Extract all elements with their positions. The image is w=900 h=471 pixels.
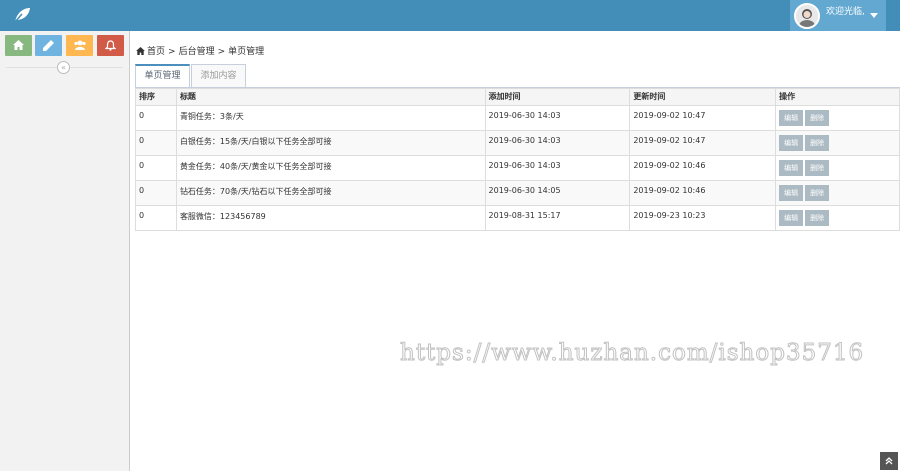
cell-sort: 0 [135,130,177,156]
cell-updated: 2019-09-23 10:23 [629,205,777,231]
cell-added: 2019-06-30 14:03 [484,105,631,131]
cell-title: 青铜任务：3条/天 [175,105,486,131]
cell-actions: 编辑 删除 [775,205,900,231]
column-header-added: 添加时间 [484,88,631,106]
cell-updated: 2019-09-02 10:46 [629,155,777,181]
cell-title: 白银任务：15条/天/白银以下任务全部可接 [175,130,486,156]
delete-button[interactable]: 删除 [805,110,830,126]
edit-button[interactable]: 编辑 [779,185,804,201]
column-header-updated: 更新时间 [629,88,777,106]
edit-button[interactable]: 编辑 [779,160,804,176]
watermark-text: https://www.huzhan.com/ishop35716 [399,340,865,367]
column-header-actions: 操作 [775,88,900,106]
cell-title: 钻石任务：70条/天/钻石以下任务全部可接 [175,180,486,206]
sidebar: « [0,31,130,471]
back-to-top-button[interactable] [880,452,898,470]
double-chevron-up-icon [885,457,893,465]
delete-button[interactable]: 删除 [805,210,830,226]
users-icon [74,40,86,50]
shortcut-edit-button[interactable] [35,35,62,56]
breadcrumb-separator: > [168,47,176,57]
cell-sort: 0 [135,105,177,131]
edit-button[interactable]: 编辑 [779,110,804,126]
column-header-sort: 排序 [135,88,177,106]
breadcrumb: 首页 > 后台管理 > 单页管理 [136,44,264,57]
cell-title: 黄金任务：40条/天/黄金以下任务全部可接 [175,155,486,181]
edit-button[interactable]: 编辑 [779,210,804,226]
home-icon [136,47,145,55]
column-header-title: 标题 [175,88,486,106]
breadcrumb-separator: > [217,47,226,57]
tab-add-content[interactable]: 添加内容 [191,64,246,88]
breadcrumb-current: 单页管理 [228,47,265,57]
leaf-icon[interactable] [12,6,32,24]
user-menu[interactable]: 欢迎光临, [790,0,886,31]
cell-title: 客服微信：123456789 [175,205,486,231]
caret-down-icon[interactable] [870,13,878,18]
cell-added: 2019-06-30 14:03 [484,130,631,156]
avatar-icon [794,3,820,29]
cell-updated: 2019-09-02 10:47 [629,130,777,156]
table-row: 0 白银任务：15条/天/白银以下任务全部可接 2019-06-30 14:03… [135,130,900,156]
welcome-text: 欢迎光临, [826,7,865,17]
shortcut-home-button[interactable] [5,35,32,56]
table-row: 0 黄金任务：40条/天/黄金以下任务全部可接 2019-06-30 14:03… [135,155,900,181]
cell-actions: 编辑 删除 [775,155,900,181]
cell-added: 2019-06-30 14:05 [484,180,631,206]
home-icon [13,40,24,50]
table-row: 0 青铜任务：3条/天 2019-06-30 14:03 2019-09-02 … [135,105,900,131]
cell-sort: 0 [135,205,177,231]
pages-table: 排序 标题 添加时间 更新时间 操作 0 青铜任务：3条/天 2019-06-3… [135,88,900,231]
sidebar-collapse-button[interactable]: « [57,61,70,74]
breadcrumb-section-link[interactable]: 后台管理 [179,47,215,57]
breadcrumb-home-link[interactable]: 首页 [147,47,165,57]
cell-updated: 2019-09-02 10:46 [629,180,777,206]
shortcut-notifications-button[interactable] [97,35,124,56]
table-row: 0 钻石任务：70条/天/钻石以下任务全部可接 2019-06-30 14:05… [135,180,900,206]
bell-icon [105,40,116,51]
delete-button[interactable]: 删除 [805,160,830,176]
cell-actions: 编辑 删除 [775,105,900,131]
tab-page-management[interactable]: 单页管理 [135,64,190,88]
cell-actions: 编辑 删除 [775,180,900,206]
pencil-icon [43,40,54,51]
cell-sort: 0 [135,180,177,206]
top-navbar: 欢迎光临, [0,0,900,31]
edit-button[interactable]: 编辑 [779,135,804,151]
cell-actions: 编辑 删除 [775,130,900,156]
cell-sort: 0 [135,155,177,181]
cell-added: 2019-08-31 15:17 [484,205,631,231]
cell-updated: 2019-09-02 10:47 [629,105,777,131]
shortcut-users-button[interactable] [66,35,93,56]
delete-button[interactable]: 删除 [805,135,830,151]
delete-button[interactable]: 删除 [805,185,830,201]
table-header-row: 排序 标题 添加时间 更新时间 操作 [135,88,900,106]
cell-added: 2019-06-30 14:03 [484,155,631,181]
table-row: 0 客服微信：123456789 2019-08-31 15:17 2019-0… [135,205,900,231]
